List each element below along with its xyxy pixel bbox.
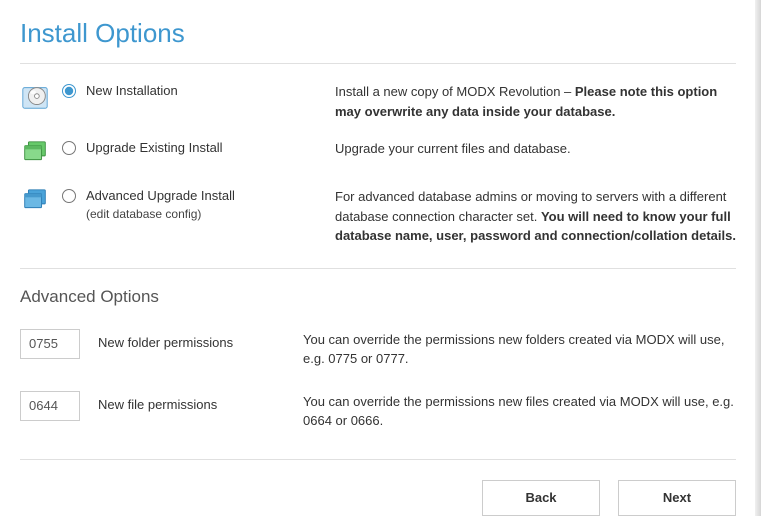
install-option-new: New Installation Install a new copy of M… (20, 82, 736, 121)
install-option-upgrade: Upgrade Existing Install Upgrade your cu… (20, 139, 736, 169)
button-bar: Back Next (20, 459, 736, 516)
radio-upgrade-install[interactable] (62, 141, 76, 155)
file-permissions-input[interactable] (20, 391, 80, 421)
option-description: Install a new copy of MODX Revolution – … (335, 82, 736, 121)
advanced-label: New folder permissions (98, 329, 303, 350)
next-button[interactable]: Next (618, 480, 736, 516)
title-divider (20, 63, 736, 64)
radio-advanced-install[interactable] (62, 189, 76, 203)
advanced-options-title: Advanced Options (20, 287, 736, 307)
page-title: Install Options (20, 18, 736, 49)
option-description: For advanced database admins or moving t… (335, 187, 736, 246)
right-shadow (755, 0, 761, 516)
cd-icon (20, 82, 50, 112)
install-option-advanced: Advanced Upgrade Install (edit database … (20, 187, 736, 246)
option-label: Upgrade Existing Install (86, 139, 223, 157)
option-label: Advanced Upgrade Install (edit database … (86, 187, 235, 223)
section-divider (20, 268, 736, 269)
advanced-row-file-perms: New file permissions You can override th… (20, 391, 736, 431)
advanced-description: You can override the permissions new fil… (303, 391, 736, 431)
window-upgrade-icon (20, 139, 50, 169)
radio-new-install[interactable] (62, 84, 76, 98)
option-description: Upgrade your current files and database. (335, 139, 736, 159)
advanced-description: You can override the permissions new fol… (303, 329, 736, 369)
window-advanced-icon (20, 187, 50, 217)
folder-permissions-input[interactable] (20, 329, 80, 359)
advanced-row-folder-perms: New folder permissions You can override … (20, 329, 736, 369)
advanced-label: New file permissions (98, 391, 303, 412)
option-label: New Installation (86, 82, 178, 100)
back-button[interactable]: Back (482, 480, 600, 516)
